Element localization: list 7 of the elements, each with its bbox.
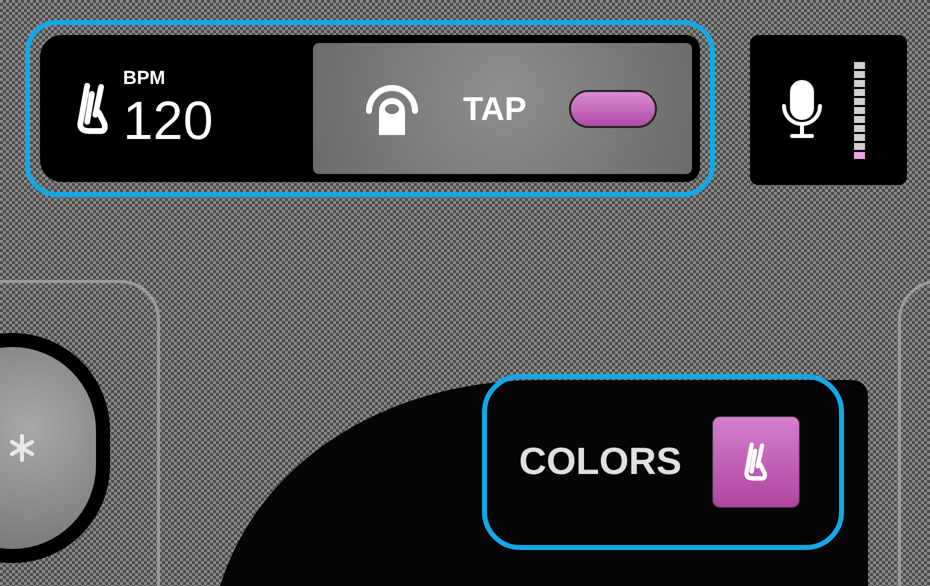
microphone-icon	[780, 80, 824, 140]
bpm-label: BPM	[123, 69, 166, 88]
tap-button[interactable]: TAP	[313, 43, 692, 174]
asterisk-icon	[8, 433, 36, 463]
colors-button[interactable]	[712, 416, 800, 508]
colors-label: COLORS	[519, 443, 682, 481]
bpm-value: 120	[123, 94, 214, 148]
